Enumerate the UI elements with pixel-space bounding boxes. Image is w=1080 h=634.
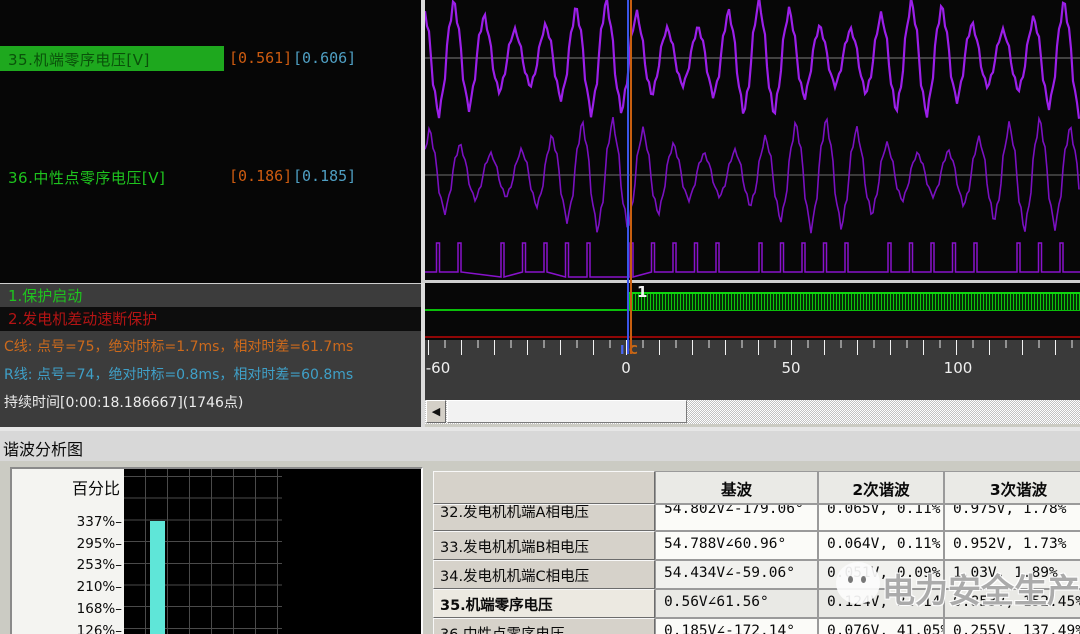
harmonic-section-title: 谐波分析图 — [3, 436, 83, 460]
r-cursor-line[interactable] — [627, 0, 629, 354]
harmonic-chart-plot — [124, 469, 421, 634]
table-corner-cell — [433, 471, 655, 504]
ruler-tick-label: 50 — [781, 359, 800, 377]
chart-y-tick: 295%– — [74, 536, 122, 552]
horizontal-scrollbar[interactable]: ◀ — [425, 400, 1080, 424]
channel-35-trace — [425, 0, 1079, 119]
row-channel-name[interactable]: 36.中性点零序电压 — [433, 618, 655, 634]
harmonic-bar — [150, 521, 165, 634]
harmonic-title-bar: 谐波分析图 — [0, 431, 1080, 461]
row-value-cell[interactable]: 0.076V, 41.05% — [818, 618, 944, 634]
row-value-cell[interactable]: 0.255V, 137.49% — [944, 618, 1080, 634]
harmonic-analysis-area: 百分比 337%– 295%– 253%– 210%– 168%– 126%– 基波 2次… — [0, 461, 1080, 634]
time-ruler: -60050100 I C — [425, 340, 1080, 400]
row-value-cell[interactable]: 0.853V, 152.45% — [944, 589, 1080, 618]
channel-35-label[interactable]: 35.机端零序电压[V] — [8, 49, 150, 70]
chart-gridlines — [124, 469, 282, 634]
chart-y-tick: 253%– — [74, 557, 122, 573]
row-value-cell[interactable]: 0.185V∠-172.14° — [655, 618, 818, 634]
duration-info: 持续时间[0:00:18.186667](1746点) — [4, 393, 421, 414]
scroll-left-button[interactable]: ◀ — [426, 400, 446, 423]
chart-y-axis-title: 百分比 — [72, 475, 120, 499]
row-channel-name[interactable]: 35.机端零序电压 — [433, 589, 655, 618]
c-cursor-line[interactable] — [630, 0, 632, 354]
chart-y-tick: 337%– — [74, 514, 122, 530]
row-value-cell[interactable]: 54.788V∠60.96° — [655, 531, 818, 560]
digital-trace-panel: 1 — [425, 283, 1080, 340]
channel-35-c-cursor-value: [0.561] — [229, 49, 292, 67]
row-value-cell[interactable]: 1.03V, 1.89% — [944, 560, 1080, 589]
table-row[interactable]: 34.发电机机端C相电压54.434V∠-59.06°0.051V, 0.09%… — [433, 560, 1080, 589]
row-channel-name[interactable]: 32.发电机机端A相电压 — [433, 504, 655, 531]
chart-y-tick: 210%– — [74, 579, 122, 595]
ruler-tick-label: 100 — [944, 359, 973, 377]
channel-36-c-cursor-value: [0.186] — [229, 167, 292, 185]
channel-36-r-cursor-value: [0.185] — [293, 167, 356, 185]
harmonic-table-header-row: 基波 2次谐波 3次谐波 — [433, 471, 1080, 504]
r-cursor-handle[interactable]: I — [620, 343, 624, 357]
chart-y-tick: 126%– — [74, 623, 122, 634]
scrollbar-thumb[interactable] — [447, 400, 687, 423]
table-row[interactable]: 36.中性点零序电压0.185V∠-172.14°0.076V, 41.05%0… — [433, 618, 1080, 634]
col-header-2nd-harmonic[interactable]: 2次谐波 — [818, 471, 944, 504]
channel-35-r-cursor-value: [0.606] — [293, 49, 356, 67]
r-cursor-info: R线: 点号=74，绝对时标=0.8ms，相对时差=60.8ms — [4, 365, 421, 386]
row-channel-name[interactable]: 33.发电机机端B相电压 — [433, 531, 655, 560]
digital-1-high-trace — [629, 292, 1080, 311]
col-header-3rd-harmonic[interactable]: 3次谐波 — [944, 471, 1080, 504]
analog-channel-panel: 35.机端零序电压[V] [0.561] [0.606] 36.中性点零序电压[… — [0, 0, 421, 427]
row-value-cell[interactable]: 54.802V∠-179.06° — [655, 504, 818, 531]
digital-channel-2-label[interactable]: 2.发电机差动速断保护 — [0, 307, 421, 331]
ruler-major-ticks — [428, 340, 1080, 355]
row-value-cell[interactable]: 0.064V, 0.11% — [818, 531, 944, 560]
pulse-trace — [425, 243, 1080, 277]
row-value-cell[interactable]: 0.975V, 1.78% — [944, 504, 1080, 531]
row-value-cell[interactable]: 54.434V∠-59.06° — [655, 560, 818, 589]
digital-2-low-trace — [425, 336, 1080, 338]
col-header-fundamental[interactable]: 基波 — [655, 471, 818, 504]
row-value-cell[interactable]: 0.952V, 1.73% — [944, 531, 1080, 560]
ruler-tick-label: -60 — [426, 359, 451, 377]
row-value-cell[interactable]: 0.124V, 22.14% — [818, 589, 944, 618]
harmonic-bar-chart-panel: 百分比 337%– 295%– 253%– 210%– 168%– 126%– — [10, 467, 423, 634]
chart-y-tick: 168%– — [74, 601, 122, 617]
c-cursor-info: C线: 点号=75，绝对时标=1.7ms，相对时差=61.7ms — [4, 337, 421, 358]
table-row[interactable]: 32.发电机机端A相电压54.802V∠-179.06°0.065V, 0.11… — [433, 504, 1080, 531]
digital-1-state-marker: 1 — [637, 283, 647, 301]
row-value-cell[interactable]: 0.56V∠61.56° — [655, 589, 818, 618]
table-row[interactable]: 33.发电机机端B相电压54.788V∠60.96°0.064V, 0.11%0… — [433, 531, 1080, 560]
cursor-info-block: C线: 点号=75，绝对时标=1.7ms，相对时差=61.7ms R线: 点号=… — [0, 331, 421, 427]
ruler-tick-label: 0 — [621, 359, 631, 377]
digital-1-low-trace — [425, 309, 630, 311]
digital-channel-1-label[interactable]: 1.保护启动 — [0, 283, 421, 307]
channel-36-label[interactable]: 36.中性点零序电压[V] — [8, 167, 165, 188]
fault-oscillography-window: 35.机端零序电压[V] [0.561] [0.606] 36.中性点零序电压[… — [0, 0, 1080, 634]
row-value-cell[interactable]: 0.065V, 0.11% — [818, 504, 944, 531]
table-row[interactable]: 35.机端零序电压0.56V∠61.56°0.124V, 22.14%0.853… — [433, 589, 1080, 618]
waveform-display[interactable] — [425, 0, 1080, 280]
waveform-svg — [425, 0, 1080, 280]
harmonic-table-body: 32.发电机机端A相电压54.802V∠-179.06°0.065V, 0.11… — [433, 504, 1080, 634]
row-channel-name[interactable]: 34.发电机机端C相电压 — [433, 560, 655, 589]
harmonic-table: 基波 2次谐波 3次谐波 32.发电机机端A相电压54.802V∠-179.06… — [433, 471, 1080, 634]
row-value-cell[interactable]: 0.051V, 0.09% — [818, 560, 944, 589]
